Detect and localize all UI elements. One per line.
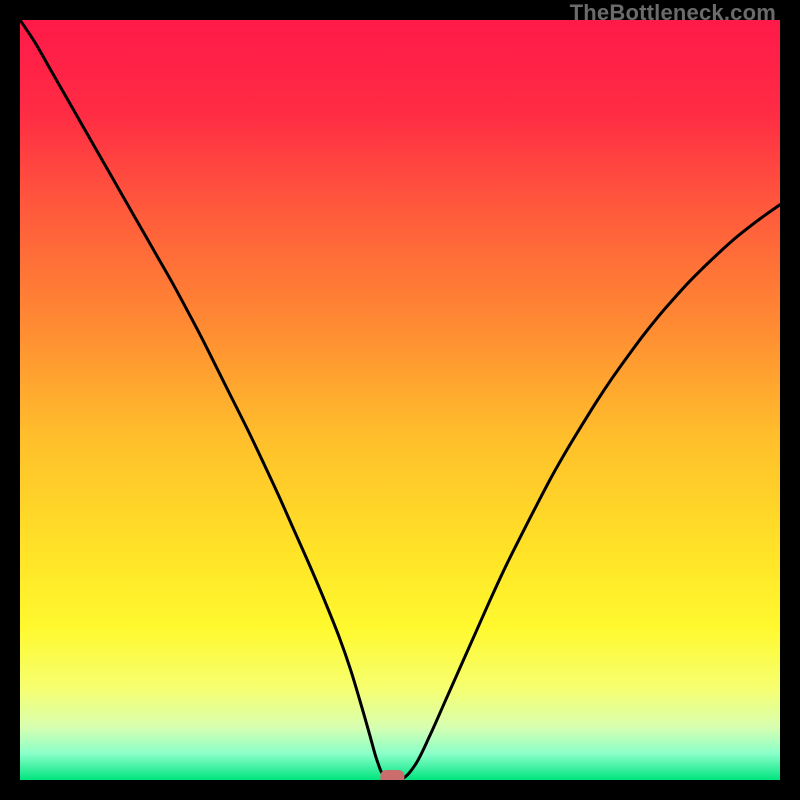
bottleneck-chart [20, 20, 780, 780]
optimal-point-marker [380, 770, 404, 780]
watermark-text: TheBottleneck.com [570, 0, 776, 26]
gradient-background [20, 20, 780, 780]
chart-frame: TheBottleneck.com [0, 0, 800, 800]
